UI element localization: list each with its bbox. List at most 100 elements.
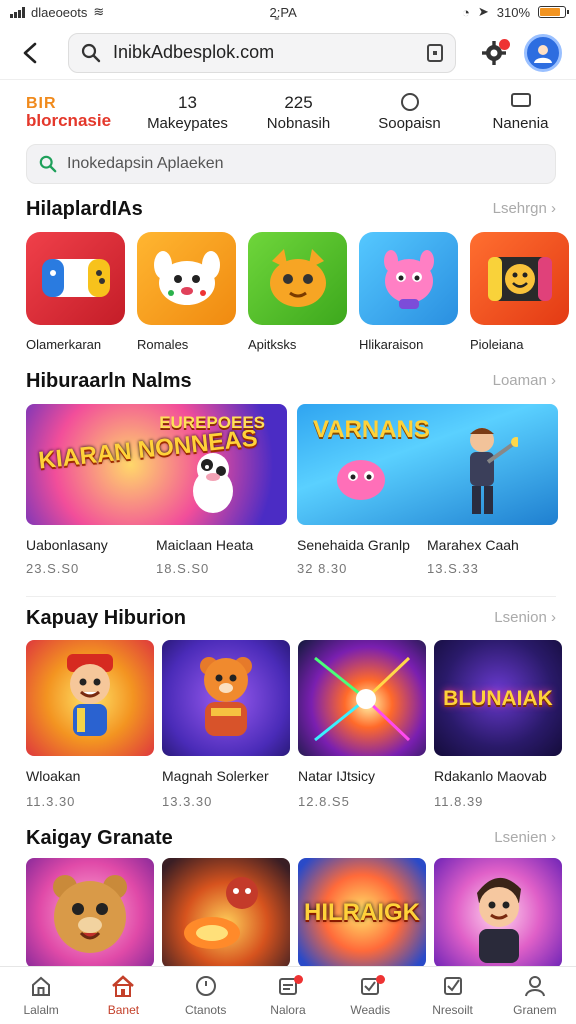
home-icon (29, 975, 53, 997)
nav-item-nalora[interactable]: Nalora (247, 967, 329, 1024)
carrier-label: dlaeoeots (31, 4, 88, 20)
clock-icon (194, 975, 218, 997)
bear-warrior-icon (200, 657, 252, 736)
clock: 2̳:PA (269, 4, 297, 20)
section-title: Hiburaarln Nalms (26, 370, 192, 392)
tabs-icon[interactable] (427, 43, 443, 62)
search-icon (81, 43, 101, 62)
banner-image: KIARAN NONNEAS EUREPOEES (26, 404, 287, 525)
game-title: Wloakan (26, 768, 81, 784)
stat-item[interactable]: Nanenia (465, 92, 576, 132)
nav-item-home[interactable]: Lalalm (0, 967, 82, 1024)
check-icon (441, 975, 465, 997)
nav-item-ctanots[interactable]: Ctanots (165, 967, 247, 1024)
item-title: Marahex Caah (427, 537, 519, 553)
stat-item[interactable]: Soopaisn (354, 92, 465, 132)
app-search-input[interactable]: Inokedapsin Aplaeken (26, 144, 556, 184)
back-arrow-icon (23, 42, 37, 63)
avatar[interactable] (524, 33, 562, 72)
status-bar: dlaeoeots ≋ 2̳:PA ◔ ➤ 310% (0, 0, 576, 24)
game-tile[interactable]: Magnah Solerker 13.3.30 (162, 640, 290, 809)
game-tile[interactable]: BLUNAIAK Rdakanlo Maovab 11.8.39 (434, 640, 562, 809)
app-item[interactable]: Hlikaraison (359, 232, 459, 352)
game-title: Magnah Solerker (162, 768, 269, 784)
notification-dot (499, 38, 510, 50)
browser-toolbar: InibkAdbesplok.com (0, 26, 576, 80)
url-text[interactable]: InibkAdbesplok.com (113, 42, 415, 63)
game-title: Rdakanlo Maovab (434, 768, 547, 784)
game-tile[interactable]: HILRAIGK (298, 858, 426, 968)
puppy-controller-icon (137, 232, 236, 325)
game-image (434, 858, 562, 968)
see-all-link[interactable]: Lsehrgn › (493, 200, 556, 217)
nav-label: Granem (513, 1002, 557, 1017)
nav-item-banet[interactable]: Banet (82, 967, 164, 1024)
battery-icon (538, 6, 569, 18)
brand-logo[interactable]: BIR blorcnasie (0, 94, 132, 130)
pink-creature-icon (337, 460, 385, 500)
game-art-text: HILRAIGK (304, 899, 420, 926)
gamepad-icon (26, 232, 125, 325)
nav-label: Banet (107, 1002, 140, 1017)
see-all-label: Lsenion (494, 609, 547, 626)
banner-card[interactable]: VARNANS Senehaida Granlp 32 8.30 Marahex… (297, 404, 558, 576)
wifi-icon: ≋ (93, 4, 105, 19)
section-title: Kapuay Hiburion (26, 607, 187, 629)
app-item[interactable]: Apitksks (248, 232, 348, 352)
stat-value: 13 (178, 92, 197, 112)
url-bar[interactable]: InibkAdbesplok.com (68, 32, 456, 73)
notification-badge (293, 975, 303, 984)
game-tile[interactable]: Natar IJtsicy 12.8.S5 (298, 640, 426, 809)
pink-creature-icon (359, 232, 458, 325)
nav-label: Nalora (270, 1002, 306, 1017)
game-tile[interactable]: Wloakan 11.3.30 (26, 640, 154, 809)
see-all-link[interactable]: Lsenion › (494, 609, 556, 626)
banner-caption: Uabonlasany 23.S.S0 Maiclaan Heata 18.S.… (26, 537, 287, 576)
nav-item-granem[interactable]: Granem (494, 967, 576, 1024)
smiley-controller-icon (470, 232, 569, 325)
clock-icon (400, 92, 419, 111)
see-all-label: Lsenien (494, 829, 547, 846)
nav-item-weadis[interactable]: Weadis (329, 967, 411, 1024)
app-item[interactable]: Olamerkaran (26, 232, 126, 352)
see-all-label: Loaman (492, 372, 547, 389)
banner-card[interactable]: KIARAN NONNEAS EUREPOEES Uabonlasany 23.… (26, 404, 287, 576)
game-number: 12.8.S5 (298, 794, 350, 809)
banner-art-text: VARNANS (313, 416, 430, 443)
banner-art-subtext: EUREPOEES (159, 413, 265, 432)
stat-item[interactable]: 13 Makeypates (132, 93, 243, 132)
extension-button[interactable] (478, 37, 510, 69)
item-title: Senehaida Granlp (297, 537, 410, 553)
item-number: 23.S.S0 (26, 561, 80, 576)
game-tile[interactable] (434, 858, 562, 968)
banner-caption: Senehaida Granlp 32 8.30 Marahex Caah 13… (297, 537, 558, 576)
cat-face-icon (248, 232, 347, 325)
game-tile[interactable] (162, 858, 290, 968)
logo-bottom: blorcnasie (26, 110, 112, 130)
app-item[interactable]: Romales (137, 232, 237, 352)
app-item[interactable]: Pioleiana (470, 232, 570, 352)
back-button[interactable] (12, 35, 48, 71)
stat-label: Soopaisn (378, 114, 441, 132)
stat-label: Makeypates (147, 114, 228, 132)
user-icon (523, 975, 547, 997)
app-row: Olamerkaran Romales Apitksks Hlikaraison… (26, 232, 576, 352)
logo-top: BIR (26, 94, 57, 112)
item-title: Maiclaan Heata (156, 537, 254, 553)
game-number: 11.8.39 (434, 794, 484, 809)
nav-item-nresoilt[interactable]: Nresoilt (411, 967, 493, 1024)
game-art-text: BLUNAIAK (443, 686, 553, 710)
see-all-link[interactable]: Loaman › (493, 372, 556, 389)
bottom-navigation: Lalalm Banet Ctanots Nalora Weadis Nreso… (0, 966, 576, 1024)
game-image: HILRAIGK (298, 858, 426, 968)
see-all-link[interactable]: Lsenien › (494, 829, 556, 846)
banner-image: VARNANS (297, 404, 558, 525)
location-icon: ◔ (461, 4, 470, 20)
game-tile[interactable] (26, 858, 154, 968)
stat-label: Nobnasih (266, 114, 331, 132)
nav-label: Ctanots (185, 1002, 227, 1017)
stat-item[interactable]: 225 Nobnasih (243, 93, 354, 132)
app-name: Romales (137, 337, 189, 352)
house-active-icon (111, 974, 135, 997)
search-icon (39, 155, 57, 173)
